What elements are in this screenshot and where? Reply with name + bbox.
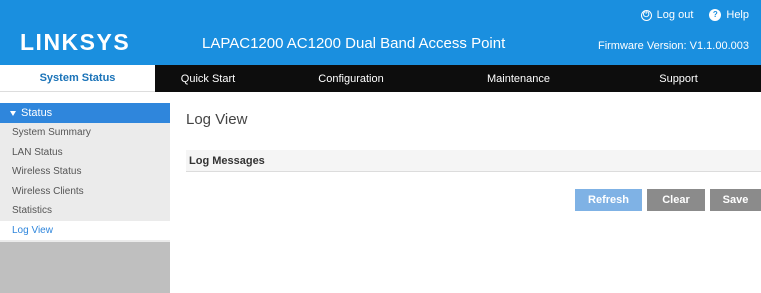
linksys-logo: LINKSYS: [20, 29, 131, 55]
caret-down-icon: [10, 110, 16, 116]
app-header: LINKSYS LAPAC1200 AC1200 Dual Band Acces…: [0, 0, 761, 65]
sidebar-section-status[interactable]: Status: [0, 103, 170, 123]
tab-system-status[interactable]: System Status: [0, 65, 155, 92]
sidebar-list: System Summary LAN Status Wireless Statu…: [0, 123, 170, 240]
clear-button[interactable]: Clear: [647, 189, 705, 211]
power-icon: ⏻: [640, 9, 652, 21]
tab-support[interactable]: Support: [596, 65, 761, 92]
sidebar-item-lan-status[interactable]: LAN Status: [0, 143, 170, 163]
page-title: Log View: [186, 111, 248, 128]
save-button[interactable]: Save: [710, 189, 761, 211]
help-icon: ?: [709, 9, 722, 21]
refresh-button[interactable]: Refresh: [575, 189, 642, 211]
main-nav: System Status Quick Start Configuration …: [0, 65, 761, 92]
sidebar-section-label: Status: [21, 107, 53, 119]
help-label: Help: [726, 9, 749, 21]
sidebar-footer: [0, 242, 170, 293]
sidebar: Status System Summary LAN Status Wireles…: [0, 103, 170, 293]
sidebar-item-system-summary[interactable]: System Summary: [0, 123, 170, 143]
logout-label: Log out: [656, 9, 694, 21]
sidebar-item-statistics[interactable]: Statistics: [0, 201, 170, 221]
product-name: LAPAC1200 AC1200 Dual Band Access Point: [202, 35, 506, 52]
logout-link[interactable]: ⏻ Log out: [640, 9, 694, 21]
top-links: ⏻ Log out ? Help: [640, 9, 749, 21]
tab-configuration[interactable]: Configuration: [261, 65, 441, 92]
sidebar-item-wireless-status[interactable]: Wireless Status: [0, 162, 170, 182]
sidebar-item-log-view[interactable]: Log View: [0, 220, 170, 240]
sidebar-item-wireless-clients[interactable]: Wireless Clients: [0, 182, 170, 202]
tab-quick-start[interactable]: Quick Start: [155, 65, 261, 92]
log-messages-panel: Log Messages: [186, 150, 761, 172]
firmware-version: Firmware Version: V1.1.00.003: [597, 40, 749, 52]
tab-maintenance[interactable]: Maintenance: [441, 65, 596, 92]
help-link[interactable]: ? Help: [709, 9, 749, 21]
